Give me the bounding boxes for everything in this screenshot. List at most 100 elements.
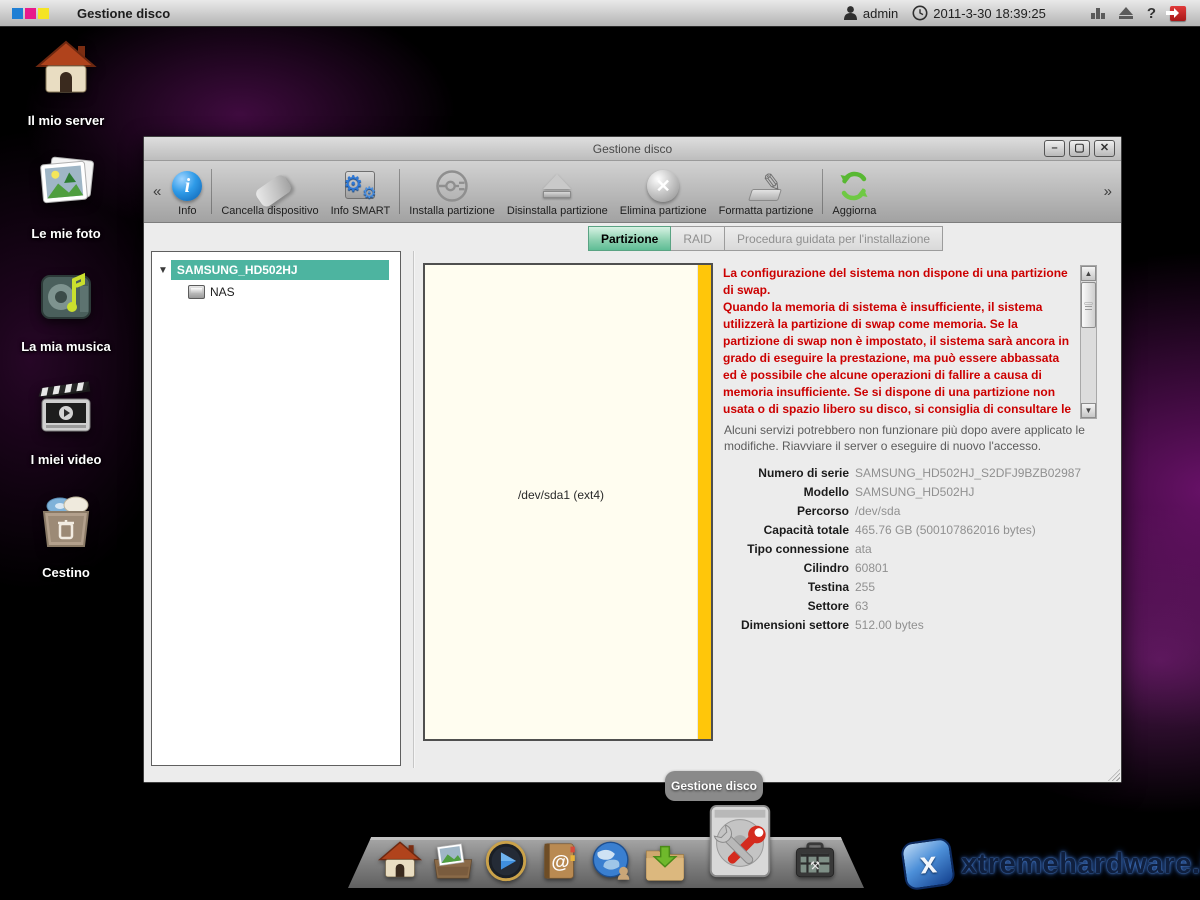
- help-icon[interactable]: ?: [1147, 5, 1156, 22]
- detail-row: ModelloSAMSUNG_HD502HJ: [714, 482, 1114, 501]
- mount-partition-button[interactable]: Installa partizione: [403, 161, 501, 222]
- tab-bar: Partizione RAID Procedura guidata per l'…: [588, 226, 943, 251]
- format-partition-button[interactable]: ✎ Formatta partizione: [713, 161, 820, 222]
- delete-partition-button[interactable]: ✕ Elimina partizione: [614, 161, 713, 222]
- top-menu-bar: Gestione disco admin 2011-3-30 18:39:25 …: [0, 0, 1200, 27]
- tree-item-volume[interactable]: NAS: [188, 285, 235, 299]
- disk-management-window: Gestione disco – ▢ ✕ « i Info Cancella d…: [143, 136, 1122, 783]
- svg-text:⚒: ⚒: [809, 861, 820, 873]
- unmount-partition-button[interactable]: Disinstalla partizione: [501, 161, 614, 222]
- eject-icon[interactable]: [1119, 7, 1133, 19]
- dock-toolbox-icon[interactable]: ⚒: [792, 838, 838, 884]
- erase-device-button[interactable]: Cancella dispositivo: [215, 161, 324, 222]
- detail-row: Cilindro60801: [714, 558, 1114, 577]
- dock: @ ⚒: [352, 820, 862, 884]
- scroll-up-icon[interactable]: ▲: [1081, 266, 1096, 281]
- dock-download-icon[interactable]: [642, 838, 688, 884]
- logout-icon[interactable]: [1170, 6, 1186, 21]
- partition-map[interactable]: /dev/sda1 (ext4): [423, 263, 713, 741]
- panel-divider: [413, 251, 414, 769]
- desktop-icon-my-videos[interactable]: I miei video: [14, 377, 118, 467]
- topbar-app-title: Gestione disco: [77, 6, 170, 21]
- apps-grid-icon[interactable]: [1060, 6, 1077, 20]
- close-button[interactable]: ✕: [1094, 140, 1115, 157]
- site-watermark: x xtremehardware.it: [903, 840, 1200, 888]
- desktop-icon-my-server[interactable]: Il mio server: [14, 38, 118, 128]
- svg-text:@: @: [551, 851, 569, 872]
- window-title: Gestione disco: [593, 142, 672, 156]
- desktop-icon-trash[interactable]: Cestino: [14, 490, 118, 580]
- dock-media-player-icon[interactable]: [483, 838, 529, 884]
- desktop-icon-column: Il mio server Le mie foto La mia musica …: [14, 38, 118, 580]
- desktop-icon-label: Cestino: [42, 565, 90, 580]
- clock-display: 2011-3-30 18:39:25: [912, 5, 1046, 21]
- unmount-eject-icon: [543, 174, 571, 198]
- desktop-icon-label: La mia musica: [21, 339, 111, 354]
- partition-label: /dev/sda1 (ext4): [425, 488, 697, 502]
- format-pencil-icon: ✎: [748, 169, 784, 203]
- scrollbar-thumb[interactable]: [1081, 282, 1096, 328]
- tab-raid[interactable]: RAID: [671, 226, 725, 251]
- detail-row: Tipo connessioneata: [714, 539, 1114, 558]
- smart-info-button[interactable]: ⚙⚙ Info SMART: [325, 161, 397, 222]
- dock-disk-management-icon[interactable]: [701, 800, 779, 884]
- music-icon: [34, 264, 98, 333]
- info-icon: i: [172, 171, 202, 201]
- dock-contacts-icon[interactable]: @: [536, 838, 582, 884]
- user-menu[interactable]: admin: [843, 5, 898, 21]
- swap-warning-text: La configurazione del sistema non dispon…: [723, 265, 1076, 419]
- maximize-button[interactable]: ▢: [1069, 140, 1090, 157]
- toolbar-separator: [211, 169, 212, 214]
- clock-icon: [912, 5, 928, 21]
- video-icon: [34, 377, 98, 446]
- detail-row: Testina255: [714, 577, 1114, 596]
- datetime-label: 2011-3-30 18:39:25: [933, 6, 1046, 21]
- refresh-button[interactable]: Aggiorna: [826, 161, 882, 222]
- info-button[interactable]: i Info: [166, 161, 208, 222]
- dock-home-icon[interactable]: [377, 838, 423, 884]
- resize-grip[interactable]: [1108, 769, 1120, 781]
- window-titlebar[interactable]: Gestione disco – ▢ ✕: [144, 137, 1121, 161]
- disk-icon: [188, 285, 205, 299]
- tree-expand-icon[interactable]: ▼: [158, 265, 168, 276]
- brand-logo-icon: [12, 8, 49, 19]
- eraser-icon: [254, 173, 293, 209]
- swap-warning-box: La configurazione del sistema non dispon…: [723, 265, 1097, 419]
- desktop-icon-my-music[interactable]: La mia musica: [14, 264, 118, 354]
- toolbar-separator: [399, 169, 400, 214]
- tab-partition[interactable]: Partizione: [588, 226, 671, 251]
- dock-web-icon[interactable]: [589, 838, 635, 884]
- plug-icon: [434, 167, 470, 205]
- partition-free-space-stripe: [697, 265, 711, 739]
- toolbar-separator: [822, 169, 823, 214]
- detail-row: Settore63: [714, 596, 1114, 615]
- detail-row: Percorso/dev/sda: [714, 501, 1114, 520]
- dock-photos-icon[interactable]: [430, 838, 476, 884]
- service-note: Alcuni servizi potrebbero non funzionare…: [724, 422, 1104, 454]
- smart-disk-icon: ⚙⚙: [342, 169, 378, 203]
- scroll-down-icon[interactable]: ▼: [1081, 403, 1096, 418]
- desktop-icon-my-photos[interactable]: Le mie foto: [14, 151, 118, 241]
- toolbar-scroll-right[interactable]: »: [1099, 183, 1117, 200]
- trash-icon: [34, 490, 98, 559]
- photos-icon: [34, 151, 98, 220]
- tree-item-disk[interactable]: SAMSUNG_HD502HJ: [171, 260, 389, 280]
- refresh-icon: [837, 167, 871, 205]
- desktop: Gestione disco admin 2011-3-30 18:39:25 …: [0, 0, 1200, 900]
- desktop-icon-label: Il mio server: [28, 113, 105, 128]
- username-label: admin: [863, 6, 898, 21]
- disk-details-list: Numero di serieSAMSUNG_HD502HJ_S2DFJ9BZB…: [714, 463, 1114, 634]
- toolbar-scroll-left[interactable]: «: [148, 183, 166, 200]
- network-status-icon[interactable]: [1091, 8, 1105, 19]
- device-tree-panel: ▼ SAMSUNG_HD502HJ NAS: [151, 251, 401, 766]
- detail-row: Numero di serieSAMSUNG_HD502HJ_S2DFJ9BZB…: [714, 463, 1114, 482]
- delete-x-icon: ✕: [647, 170, 679, 202]
- detail-row: Dimensioni settore512.00 bytes: [714, 615, 1114, 634]
- minimize-button[interactable]: –: [1044, 140, 1065, 157]
- tab-install-wizard[interactable]: Procedura guidata per l'installazione: [725, 226, 943, 251]
- window-statusbar: [144, 768, 1121, 782]
- watermark-text: xtremehardware.it: [961, 848, 1200, 881]
- detail-row: Capacità totale465.76 GB (500107862016 b…: [714, 520, 1114, 539]
- warning-scrollbar[interactable]: ▲ ▼: [1080, 265, 1097, 419]
- watermark-x-icon: x: [900, 837, 956, 891]
